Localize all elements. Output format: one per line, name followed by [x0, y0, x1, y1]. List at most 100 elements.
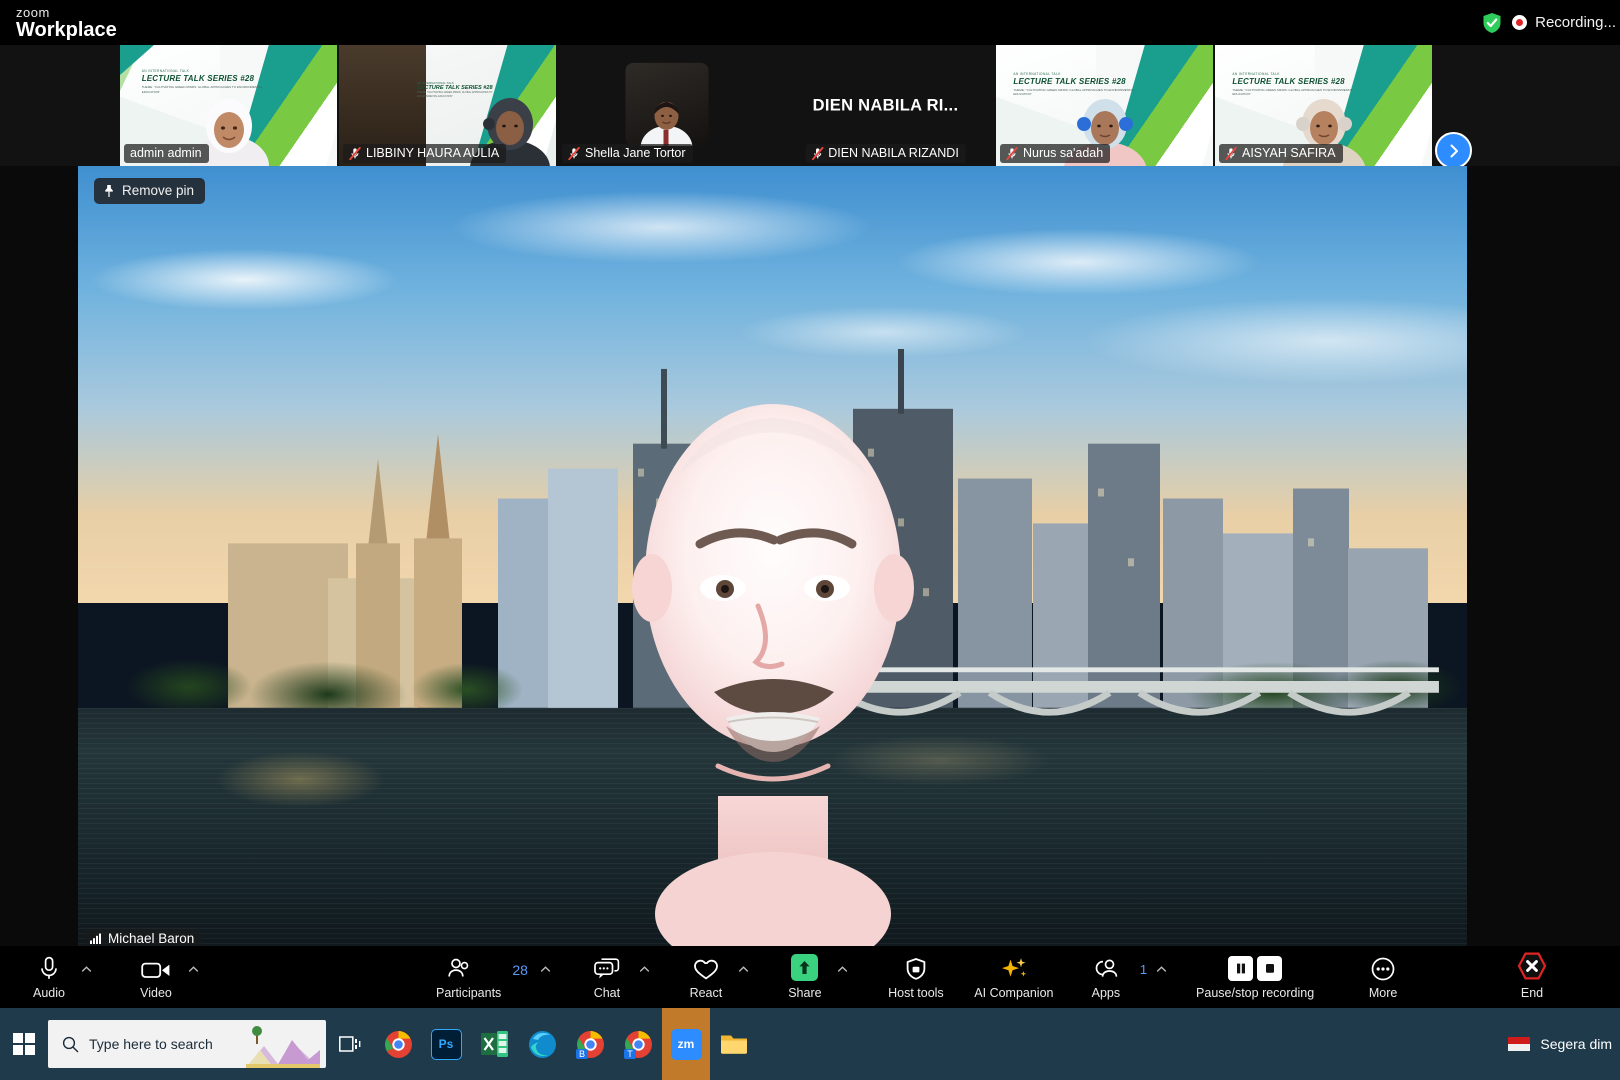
chat-bubble-icon	[593, 955, 621, 981]
mic-muted-icon	[568, 147, 580, 160]
react-options-button[interactable]	[733, 957, 752, 983]
recording-indicator[interactable]: Recording...	[1512, 14, 1616, 31]
chat-button[interactable]: Chat	[580, 955, 634, 1000]
file-explorer-icon	[720, 1032, 749, 1056]
windows-taskbar: Type here to search	[0, 1008, 1620, 1080]
taskbar-app-photoshop[interactable]: Ps	[422, 1008, 470, 1080]
share-button[interactable]: Share	[778, 955, 832, 1000]
participant-filmstrip: AN INTERNATIONAL TALK LECTURE TALK SERIE…	[0, 45, 1620, 166]
shield-icon	[905, 955, 927, 981]
active-speaker-stage[interactable]: Remove pin Michael Baron	[78, 166, 1467, 946]
apps-options-button[interactable]: 1	[1133, 957, 1170, 983]
more-label: More	[1369, 986, 1397, 1000]
svg-text:B: B	[578, 1049, 584, 1059]
host-tools-label: Host tools	[888, 986, 944, 1000]
camera-icon	[141, 955, 171, 981]
video-options-button[interactable]	[183, 957, 202, 983]
brand-workplace-text: Workplace	[16, 20, 117, 40]
host-tools-button[interactable]: Host tools	[881, 955, 951, 1000]
share-options-button[interactable]	[832, 957, 851, 983]
title-bar: zoom Workplace Recording...	[0, 0, 1620, 45]
end-label: End	[1521, 986, 1543, 1000]
avatar-figure	[635, 95, 699, 145]
brand-zoom-text: zoom	[16, 6, 117, 19]
meeting-toolbar: Audio Video	[0, 946, 1620, 1008]
participants-button[interactable]: Participants	[432, 955, 505, 1000]
audio-control-group: Audio	[22, 955, 95, 1000]
mic-muted-icon	[811, 147, 823, 160]
chevron-up-icon	[540, 964, 551, 975]
speaker-video-figure	[608, 326, 938, 946]
audio-label: Audio	[33, 986, 65, 1000]
end-call-icon	[1517, 955, 1547, 981]
start-button[interactable]	[0, 1008, 48, 1080]
apps-control-group: Apps 1	[1079, 955, 1170, 1000]
remove-pin-button[interactable]: Remove pin	[94, 178, 205, 204]
flag-icon[interactable]	[1508, 1036, 1530, 1052]
svg-text:T: T	[627, 1049, 633, 1059]
chat-control-group: Chat	[580, 955, 653, 1000]
stop-icon[interactable]	[1257, 956, 1282, 981]
taskbar-app-chrome-t[interactable]: T	[614, 1008, 662, 1080]
taskbar-app-chrome-b[interactable]: B	[566, 1008, 614, 1080]
slide-kicker: AN INTERNATIONAL TALK	[142, 69, 281, 73]
participant-label: admin admin	[130, 146, 202, 160]
participant-name-chip: Shella Jane Tortor	[562, 144, 693, 163]
video-control-group: Video	[129, 955, 202, 1000]
taskbar-app-chrome[interactable]	[374, 1008, 422, 1080]
participants-count: 28	[512, 962, 528, 978]
more-button[interactable]: More	[1354, 955, 1412, 1000]
participants-label: Participants	[436, 986, 501, 1000]
taskbar-app-file-explorer[interactable]	[710, 1008, 758, 1080]
participant-label: Shella Jane Tortor	[585, 146, 686, 160]
stage-speaker-name-chip: Michael Baron	[84, 929, 202, 946]
pause-icon[interactable]	[1228, 956, 1253, 981]
audio-button[interactable]: Audio	[22, 955, 76, 1000]
participant-large-name: DIEN NABILA RI...	[777, 96, 994, 115]
react-button[interactable]: React	[679, 955, 733, 1000]
windows-logo-icon	[13, 1033, 35, 1055]
search-circle-icon	[62, 1036, 79, 1053]
apps-count: 1	[1140, 962, 1147, 977]
participant-tile[interactable]: AN INTERNATIONAL TALK LECTURE TALK SERIE…	[1215, 45, 1434, 166]
sparkles-icon	[1000, 955, 1028, 981]
pause-stop-recording-button[interactable]: Pause/stop recording	[1190, 955, 1320, 1000]
participant-label: DIEN NABILA RIZANDI	[828, 146, 959, 160]
participant-tile[interactable]: AN INTERNATIONAL TALK LECTURE TALK SERIE…	[120, 45, 339, 166]
participant-tile[interactable]: AN INTERNATIONAL TALK LECTURE TALK SERIE…	[339, 45, 558, 166]
taskbar-app-excel[interactable]	[470, 1008, 518, 1080]
stage-speaker-name: Michael Baron	[108, 931, 194, 946]
slide-title: LECTURE TALK SERIES #28	[142, 74, 281, 83]
mic-muted-icon	[1225, 147, 1237, 160]
participants-options-button[interactable]: 28	[505, 957, 554, 983]
ai-companion-button[interactable]: AI Companion	[969, 955, 1059, 1000]
share-arrow-icon	[791, 955, 818, 981]
taskbar-app-zoom[interactable]: zm	[662, 1008, 710, 1080]
excel-icon	[481, 1030, 508, 1058]
apps-button[interactable]: Apps	[1079, 955, 1133, 1000]
filmstrip-next-page-button[interactable]	[1435, 132, 1472, 169]
end-meeting-button[interactable]: End	[1502, 955, 1562, 1000]
task-view-button[interactable]	[326, 1008, 374, 1080]
edge-icon	[528, 1030, 557, 1059]
taskbar-search-input[interactable]: Type here to search	[48, 1020, 326, 1068]
taskbar-app-edge[interactable]	[518, 1008, 566, 1080]
chrome-b-icon: B	[576, 1030, 605, 1059]
participant-tile[interactable]: AN INTERNATIONAL TALK LECTURE TALK SERIE…	[996, 45, 1215, 166]
chevron-up-icon	[639, 964, 650, 975]
titlebar-right-controls: Recording...	[1482, 0, 1620, 45]
signal-bars-icon	[90, 933, 102, 944]
mic-muted-icon	[1006, 147, 1018, 160]
participant-name-chip: AISYAH SAFIRA	[1219, 144, 1343, 163]
video-button[interactable]: Video	[129, 955, 183, 1000]
chat-options-button[interactable]	[634, 957, 653, 983]
participant-tile[interactable]: Shella Jane Tortor	[558, 45, 777, 166]
participant-tile[interactable]: DIEN NABILA RI... DIEN NABILA RIZANDI	[777, 45, 996, 166]
chevron-up-icon	[188, 964, 199, 975]
shield-check-icon[interactable]	[1482, 12, 1502, 34]
chrome-icon	[384, 1030, 413, 1059]
remove-pin-label: Remove pin	[122, 183, 194, 198]
chevron-up-icon	[738, 964, 749, 975]
audio-options-button[interactable]	[76, 957, 95, 983]
share-label: Share	[788, 986, 821, 1000]
